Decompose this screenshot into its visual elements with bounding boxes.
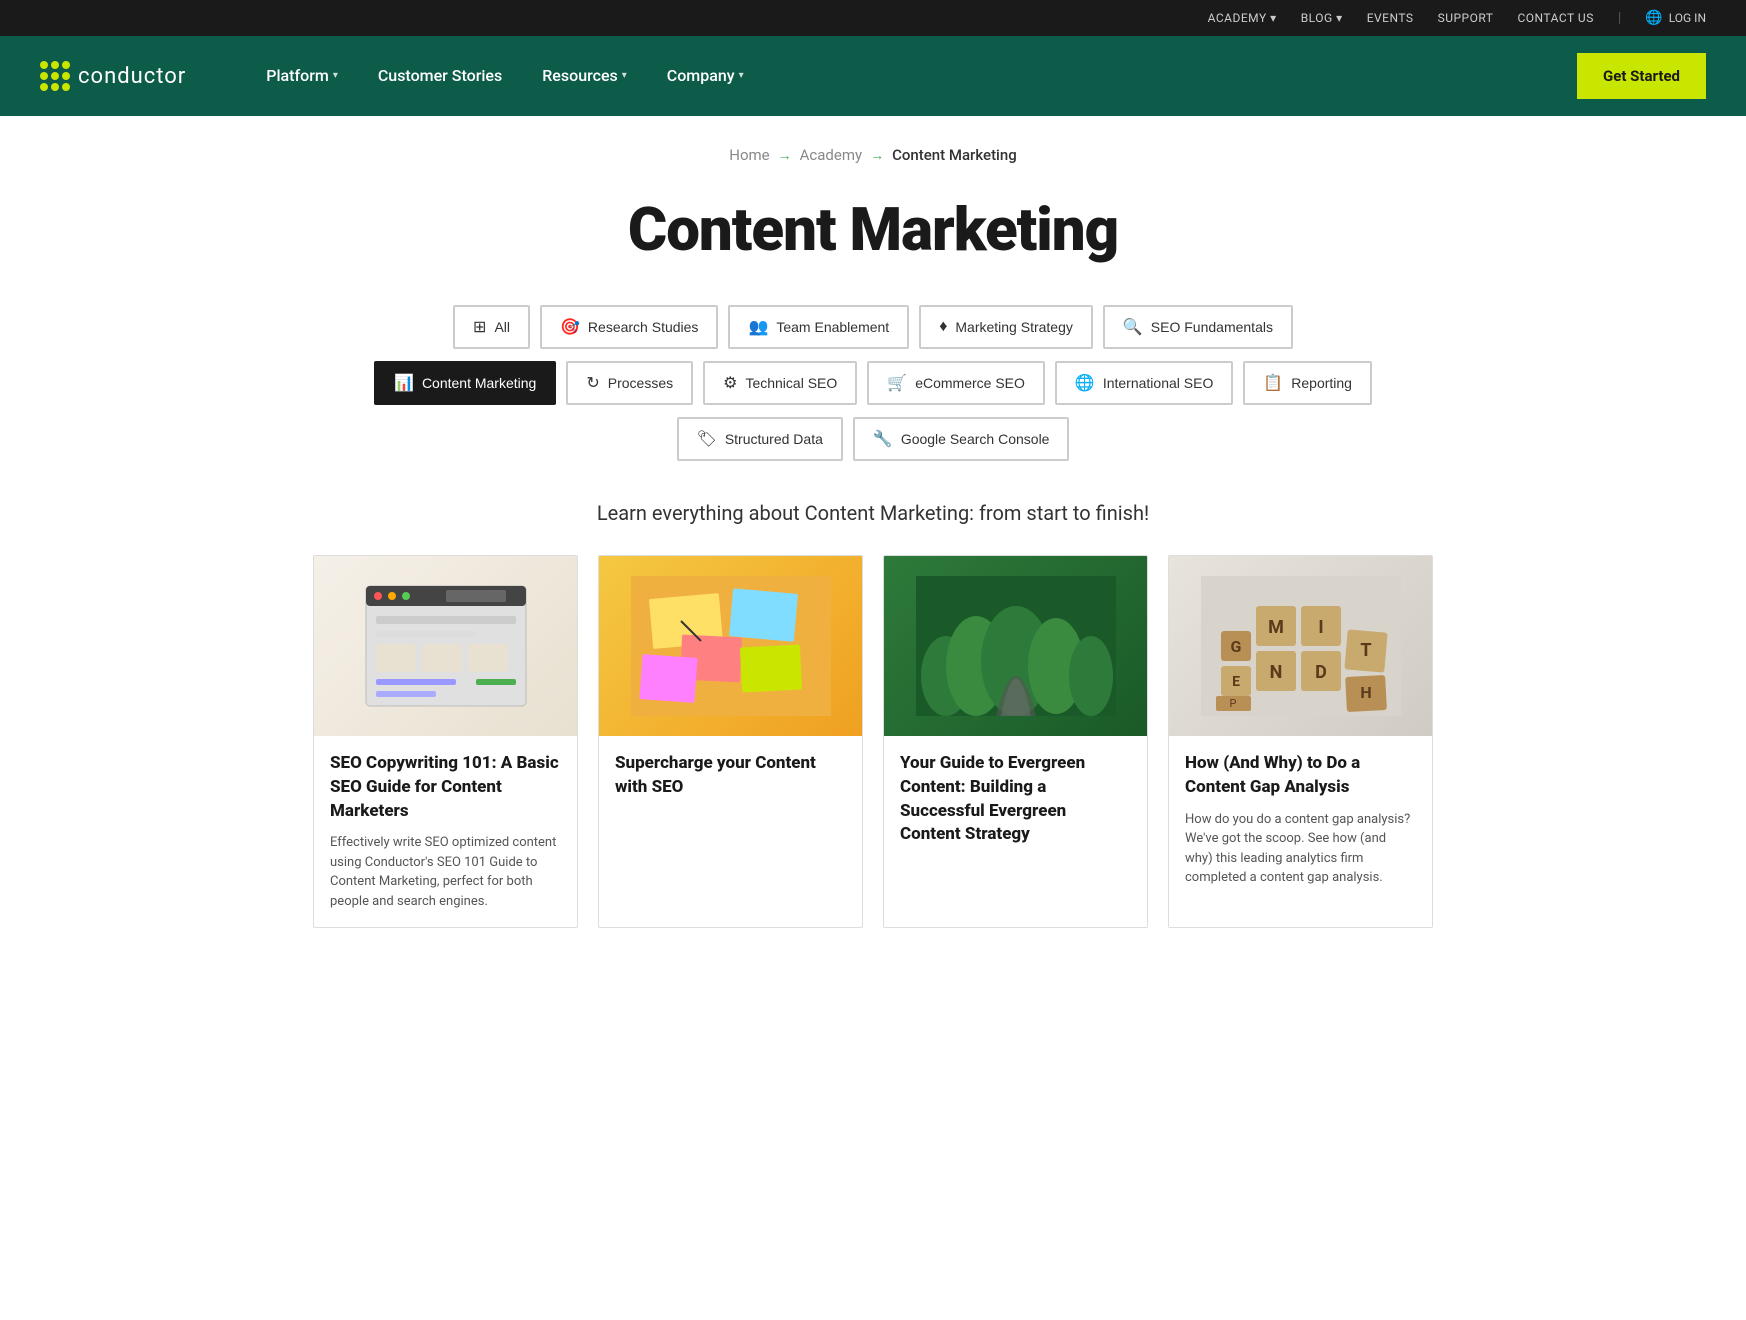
filter-team-enablement[interactable]: 👥 Team Enablement [728, 305, 909, 349]
filter-section: ⊞ All 🎯 Research Studies 👥 Team Enableme… [0, 305, 1746, 491]
platform-arrow: ▾ [333, 36, 338, 116]
research-icon: 🎯 [560, 317, 580, 337]
ecommerce-icon: 🛒 [887, 373, 907, 393]
page-title-section: Content Marketing [0, 174, 1746, 305]
events-link[interactable]: EVENTS [1367, 11, 1414, 25]
breadcrumb-academy[interactable]: Academy [800, 146, 862, 164]
nav-resources[interactable]: Resources ▾ [522, 36, 647, 116]
company-arrow: ▾ [739, 36, 744, 116]
svg-text:D: D [1315, 662, 1327, 683]
card-2[interactable]: Supercharge your Content with SEO [598, 555, 863, 928]
breadcrumb-arrow-2: → [870, 147, 884, 164]
subtitle-section: Learn everything about Content Marketing… [0, 491, 1746, 555]
academy-link[interactable]: ACADEMY ▾ [1208, 11, 1277, 25]
resources-arrow: ▾ [622, 36, 627, 116]
filter-content-marketing[interactable]: 📊 Content Marketing [374, 361, 556, 405]
nav-company[interactable]: Company ▾ [647, 36, 764, 116]
card-3-image [884, 556, 1147, 736]
structured-icon: 🏷 [697, 429, 717, 449]
card-3-body: Your Guide to Evergreen Content: Buildin… [884, 736, 1147, 873]
filter-seo-fundamentals[interactable]: 🔍 SEO Fundamentals [1103, 305, 1293, 349]
card-1-title: SEO Copywriting 101: A Basic SEO Guide f… [330, 752, 561, 823]
content-icon: 📊 [394, 373, 414, 393]
page-subtitle: Learn everything about Content Marketing… [40, 501, 1706, 525]
breadcrumb-section: Home → Academy → Content Marketing [0, 116, 1746, 174]
card-2-title: Supercharge your Content with SEO [615, 752, 846, 800]
svg-text:G: G [1230, 637, 1241, 656]
logo-dots [40, 61, 70, 91]
nav-customer-stories[interactable]: Customer Stories [358, 36, 522, 116]
nav-links: Platform ▾ Customer Stories Resources ▾ … [246, 36, 1577, 116]
international-icon: 🌐 [1075, 373, 1095, 393]
card-4-body: How (And Why) to Do a Content Gap Analys… [1169, 736, 1432, 904]
login-label: LOG IN [1669, 11, 1706, 25]
card-1-desc: Effectively write SEO optimized content … [330, 833, 561, 911]
svg-text:E: E [1232, 674, 1240, 690]
filter-processes[interactable]: ↻ Processes [566, 361, 693, 405]
card-3[interactable]: Your Guide to Evergreen Content: Buildin… [883, 555, 1148, 928]
filter-marketing-strategy[interactable]: ♦ Marketing Strategy [919, 305, 1093, 349]
all-icon: ⊞ [473, 317, 486, 337]
filter-research-studies[interactable]: 🎯 Research Studies [540, 305, 718, 349]
seo-icon: 🔍 [1123, 317, 1143, 337]
card-4-image: M I N D T H E G P [1169, 556, 1432, 736]
technical-icon: ⚙ [723, 373, 737, 393]
gsc-icon: 🔧 [873, 429, 893, 449]
card-4[interactable]: M I N D T H E G P How (And Why) to Do a … [1168, 555, 1433, 928]
divider: | [1618, 10, 1621, 26]
filter-ecommerce-seo[interactable]: 🛒 eCommerce SEO [867, 361, 1045, 405]
svg-text:I: I [1318, 617, 1323, 638]
svg-text:M: M [1268, 617, 1284, 638]
filter-structured-data[interactable]: 🏷 Structured Data [677, 417, 843, 461]
card-1-image [314, 556, 577, 736]
filter-international-seo[interactable]: 🌐 International SEO [1055, 361, 1233, 405]
reporting-icon: 📋 [1263, 373, 1283, 393]
filter-all[interactable]: ⊞ All [453, 305, 530, 349]
card-2-body: Supercharge your Content with SEO [599, 736, 862, 826]
top-bar: ACADEMY ▾ BLOG ▾ EVENTS SUPPORT CONTACT … [0, 0, 1746, 36]
card-4-title: How (And Why) to Do a Content Gap Analys… [1185, 752, 1416, 800]
team-icon: 👥 [748, 317, 768, 337]
cards-section: SEO Copywriting 101: A Basic SEO Guide f… [273, 555, 1473, 968]
processes-icon: ↻ [586, 373, 599, 393]
card-4-desc: How do you do a content gap analysis? We… [1185, 810, 1416, 888]
nav-platform[interactable]: Platform ▾ [246, 36, 358, 116]
filter-google-search-console[interactable]: 🔧 Google Search Console [853, 417, 1070, 461]
get-started-button[interactable]: Get Started [1577, 53, 1706, 99]
card-2-image [599, 556, 862, 736]
filter-technical-seo[interactable]: ⚙ Technical SEO [703, 361, 857, 405]
filter-row-1: ⊞ All 🎯 Research Studies 👥 Team Enableme… [453, 305, 1293, 349]
globe-icon: 🌐 [1645, 10, 1662, 26]
card-1[interactable]: SEO Copywriting 101: A Basic SEO Guide f… [313, 555, 578, 928]
card-1-body: SEO Copywriting 101: A Basic SEO Guide f… [314, 736, 577, 927]
breadcrumb-home[interactable]: Home [729, 146, 769, 164]
filter-row-2: 📊 Content Marketing ↻ Processes ⚙ Techni… [374, 361, 1372, 405]
svg-text:T: T [1360, 640, 1371, 661]
logo[interactable]: conductor [40, 61, 186, 91]
blog-link[interactable]: BLOG ▾ [1301, 11, 1343, 25]
strategy-icon: ♦ [939, 318, 947, 336]
svg-text:P: P [1229, 697, 1236, 710]
svg-text:N: N [1269, 662, 1282, 683]
breadcrumb-current: Content Marketing [892, 146, 1017, 164]
breadcrumb: Home → Academy → Content Marketing [729, 146, 1017, 164]
support-link[interactable]: SUPPORT [1438, 11, 1494, 25]
contact-us-link[interactable]: CONTACT US [1517, 11, 1593, 25]
svg-text:H: H [1360, 683, 1371, 702]
breadcrumb-arrow-1: → [778, 147, 792, 164]
main-nav: conductor Platform ▾ Customer Stories Re… [0, 36, 1746, 116]
card-3-title: Your Guide to Evergreen Content: Buildin… [900, 752, 1131, 847]
filter-row-3: 🏷 Structured Data 🔧 Google Search Consol… [677, 417, 1070, 461]
filter-reporting[interactable]: 📋 Reporting [1243, 361, 1372, 405]
page-title: Content Marketing [40, 194, 1706, 265]
login-button[interactable]: 🌐 LOG IN [1645, 10, 1706, 26]
logo-name: conductor [78, 64, 186, 89]
